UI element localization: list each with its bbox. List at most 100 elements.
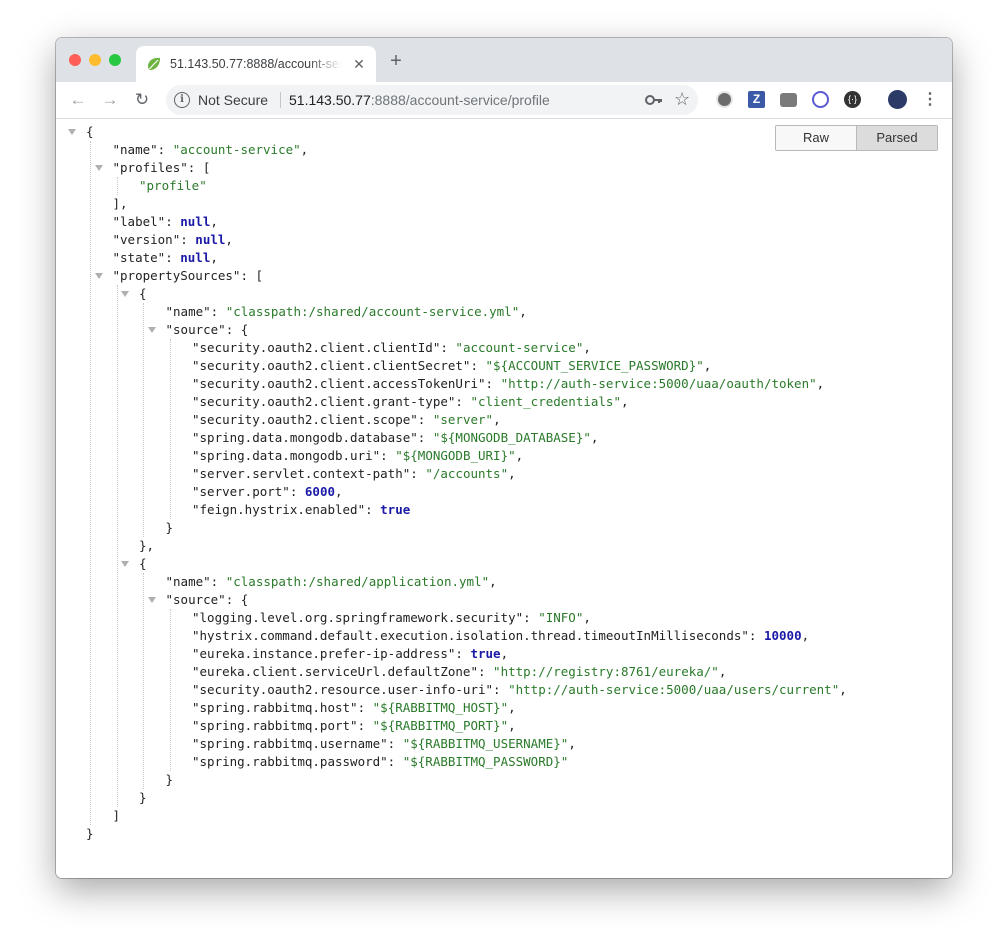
collapse-toggle-icon[interactable] (94, 165, 103, 171)
json-line: "name": "classpath:/shared/account-servi… (166, 303, 527, 321)
json-string: "classpath:/shared/application.yml" (225, 574, 490, 589)
json-punct: , (583, 610, 591, 625)
json-punct: : (165, 250, 181, 265)
json-punct: , (620, 394, 629, 409)
json-punct: : (357, 718, 373, 733)
json-string: "account-service" (172, 142, 301, 157)
extension-z-icon[interactable]: Z (748, 91, 765, 108)
new-tab-button[interactable]: + (386, 51, 406, 71)
json-key: "spring.data.mongodb.uri" (192, 448, 381, 463)
collapse-toggle-icon[interactable] (94, 273, 103, 279)
window-minimize-button[interactable] (89, 54, 101, 66)
collapse-toggle-icon[interactable] (147, 327, 156, 333)
forward-icon[interactable]: → (99, 89, 121, 111)
collapse-toggle-icon[interactable] (68, 129, 76, 135)
json-line: { (86, 123, 94, 141)
json-literal: null (195, 232, 226, 247)
json-string: "${RABBITMQ_PORT}" (372, 718, 509, 733)
json-viewer: { "name": "account-service", "profiles": [… (56, 119, 952, 878)
json-punct: , (515, 448, 524, 463)
json-literal: null (180, 250, 211, 265)
json-line: { (139, 555, 147, 573)
window-maximize-button[interactable] (109, 54, 121, 66)
omnibox-divider (280, 92, 281, 108)
json-punct: { (139, 556, 147, 571)
security-label[interactable]: Not Secure (198, 92, 268, 108)
collapse-toggle-icon[interactable] (147, 597, 156, 603)
json-punct: : (210, 574, 226, 589)
window-close-button[interactable] (69, 54, 81, 66)
indent-guide (116, 285, 118, 807)
json-punct: : (493, 682, 509, 697)
json-punct: , (718, 664, 727, 679)
json-punct: ] (112, 808, 121, 823)
json-line: { (139, 285, 147, 303)
json-string: "${MONGODB_DATABASE}" (432, 430, 591, 445)
json-line: "eureka.instance.prefer-ip-address": tru… (192, 645, 508, 663)
tab-close-icon[interactable]: ✕ (350, 55, 368, 73)
json-punct: , (500, 646, 509, 661)
json-punct: : (357, 700, 373, 715)
json-punct: : (180, 232, 196, 247)
json-line: "security.oauth2.client.clientSecret": "… (192, 357, 711, 375)
json-key: "name" (112, 142, 158, 157)
json-line: "eureka.client.serviceUrl.defaultZone": … (192, 663, 726, 681)
json-key: "label" (112, 214, 166, 229)
json-line: "name": "classpath:/shared/application.y… (166, 573, 497, 591)
json-string: "${RABBITMQ_HOST}" (372, 700, 509, 715)
url-text[interactable]: 51.143.50.77:8888/account-service/profil… (289, 92, 550, 108)
menu-icon[interactable]: ⋮ (922, 90, 938, 110)
info-icon[interactable]: i (174, 92, 190, 108)
collapse-toggle-icon[interactable] (121, 291, 129, 297)
json-punct: , (839, 682, 847, 697)
json-key: "state" (112, 250, 166, 265)
json-line: }, (139, 537, 154, 555)
json-punct: { (139, 286, 147, 301)
json-string: "server" (432, 412, 494, 427)
json-string: "${RABBITMQ_PASSWORD}" (402, 754, 569, 769)
profile-avatar[interactable] (888, 90, 907, 109)
json-line: "state": null, (113, 249, 218, 267)
json-line: "profiles": [ (113, 159, 211, 177)
json-punct: , (590, 430, 599, 445)
json-line: "server.servlet.context-path": "/account… (192, 465, 516, 483)
json-line: "security.oauth2.resource.user-info-uri"… (192, 681, 847, 699)
json-line: "spring.data.mongodb.database": "${MONGO… (192, 429, 598, 447)
json-key: "spring.data.mongodb.database" (192, 430, 418, 445)
json-literal: 10000 (763, 628, 802, 643)
extension-code-icon[interactable]: {·} (844, 91, 861, 108)
extension-camera-icon[interactable] (780, 93, 797, 107)
collapse-toggle-icon[interactable] (121, 561, 129, 567)
key-icon[interactable] (644, 91, 664, 109)
json-key: "spring.rabbitmq.password" (192, 754, 388, 769)
json-punct: , (703, 358, 712, 373)
json-key: "source" (165, 322, 226, 337)
json-line: "security.oauth2.client.scope": "server"… (192, 411, 501, 429)
json-key: "name" (165, 574, 211, 589)
json-key: "server.servlet.context-path" (192, 466, 411, 481)
raw-button[interactable]: Raw (776, 126, 857, 150)
json-key: "propertySources" (112, 268, 241, 283)
tab-active[interactable]: 51.143.50.77:8888/account-service/profil… (136, 46, 376, 82)
json-line: "propertySources": [ (113, 267, 264, 285)
json-line: "source": { (166, 591, 249, 609)
json-punct: ], (112, 196, 128, 211)
json-line: "security.oauth2.client.grant-type": "cl… (192, 393, 629, 411)
json-key: "spring.rabbitmq.username" (192, 736, 388, 751)
address-bar[interactable]: i Not Secure 51.143.50.77:8888/account-s… (166, 85, 698, 115)
json-key: "version" (112, 232, 181, 247)
json-literal: true (380, 502, 411, 517)
star-icon[interactable]: ☆ (674, 89, 690, 109)
json-punct: : (485, 376, 501, 391)
json-line: "source": { (166, 321, 249, 339)
extension-record-icon[interactable] (716, 91, 733, 108)
reload-icon[interactable]: ↻ (131, 89, 153, 111)
spring-leaf-icon (148, 57, 160, 70)
back-icon[interactable]: ← (67, 89, 89, 111)
indent-guide (169, 339, 171, 519)
json-punct: , (210, 250, 218, 265)
json-literal: null (180, 214, 211, 229)
json-line: } (166, 771, 174, 789)
parsed-button[interactable]: Parsed (857, 126, 937, 150)
extension-circle-icon[interactable] (812, 91, 829, 108)
